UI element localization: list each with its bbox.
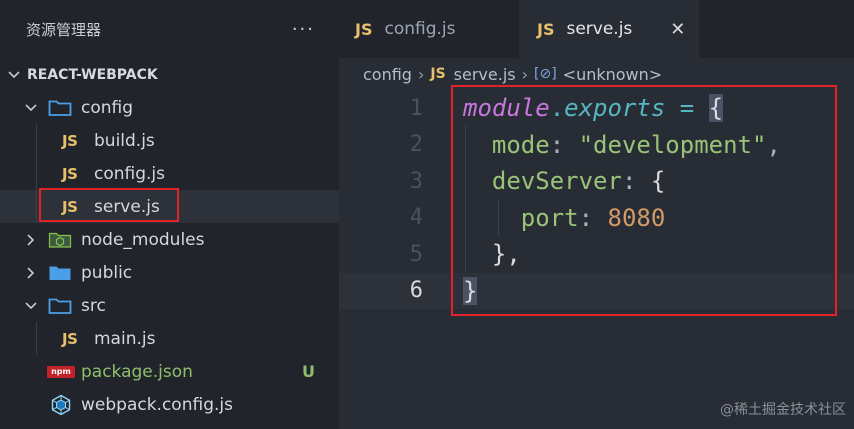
editor-area: JS config.js JS serve.js ✕ config › JS s… (339, 0, 854, 429)
more-actions-button[interactable]: ··· (292, 19, 315, 40)
chevron-down-icon (24, 299, 38, 313)
breadcrumb: config › JS serve.js › [⊘] <unknown> (363, 60, 662, 88)
tree-item-node-modules[interactable]: node_modules (0, 223, 339, 256)
tree-item-config-js[interactable]: JS config.js (0, 157, 339, 190)
js-file-icon: JS (537, 19, 555, 39)
tree-item-serve-js[interactable]: JS serve.js (0, 188, 339, 223)
webpack-icon (51, 394, 71, 415)
tree-item-build-js[interactable]: JS build.js (0, 124, 339, 157)
tree-item-label: config (81, 97, 134, 118)
chevron-right-icon: › (521, 64, 529, 84)
tab-label: serve.js (566, 19, 633, 39)
git-untracked-badge: U (302, 362, 315, 381)
npm-icon: npm (47, 365, 75, 378)
breadcrumb-item-config[interactable]: config (363, 65, 412, 84)
indent-guide (36, 322, 37, 355)
folder-icon (49, 266, 71, 280)
js-file-icon: JS (62, 329, 78, 348)
tree-item-label: src (81, 295, 106, 316)
tree-item-webpack-config-js[interactable]: webpack.config.js (0, 388, 339, 421)
tree-item-src[interactable]: src (0, 289, 339, 322)
explorer-title: 资源管理器 (26, 20, 102, 39)
highlight-box (451, 85, 837, 316)
tree-item-label: node_modules (81, 229, 205, 250)
tab-bar: JS config.js JS serve.js ✕ (339, 0, 854, 58)
chevron-right-icon: › (417, 64, 425, 84)
tab-config-js[interactable]: JS config.js (355, 0, 472, 58)
tree-item-label: public (81, 262, 133, 283)
chevron-down-icon (24, 101, 38, 115)
line-number: 3 (409, 168, 423, 194)
vscode-window: 资源管理器 ··· REACT-WEBPACK config JS build.… (0, 0, 854, 429)
close-icon[interactable]: ✕ (670, 19, 685, 40)
folder-open-icon (48, 100, 72, 116)
tree-item-config[interactable]: config (0, 91, 339, 124)
chevron-right-icon (24, 233, 38, 247)
folder-open-icon (48, 298, 72, 314)
tree-item-main-js[interactable]: JS main.js (0, 322, 339, 355)
line-number: 2 (409, 132, 423, 158)
line-number: 1 (409, 95, 423, 121)
breadcrumb-item-serve-js[interactable]: serve.js (454, 65, 516, 84)
tree-item-label: build.js (94, 130, 155, 151)
tree-item-label: webpack.config.js (81, 394, 233, 415)
tree-item-label: package.json (81, 361, 193, 382)
tree-root-react-webpack[interactable]: REACT-WEBPACK (0, 58, 339, 91)
line-number: 4 (409, 205, 423, 231)
explorer-sidebar: 资源管理器 ··· REACT-WEBPACK config JS build.… (0, 0, 339, 429)
chevron-down-icon (7, 68, 21, 82)
node-folder-icon (48, 232, 72, 248)
js-file-icon: JS (430, 66, 446, 82)
tab-label: config.js (384, 19, 456, 39)
js-file-icon: JS (355, 19, 373, 39)
js-file-icon: JS (62, 164, 78, 183)
tree-root-label: REACT-WEBPACK (27, 66, 158, 83)
symbol-icon: [⊘] (534, 66, 557, 82)
breadcrumb-item-unknown[interactable]: <unknown> (563, 65, 663, 84)
code-editor[interactable]: 1 module.exports = { 2 mode: "developmen… (339, 85, 854, 316)
indent-guide (36, 157, 37, 190)
js-file-icon: JS (62, 131, 78, 150)
indent-guide (36, 190, 37, 223)
tree-item-public[interactable]: public (0, 256, 339, 289)
line-number: 6 (409, 278, 423, 304)
tab-serve-js[interactable]: JS serve.js ✕ (519, 0, 699, 58)
tree-item-label: config.js (94, 163, 166, 184)
line-number: 5 (409, 241, 423, 267)
highlight-box (39, 188, 179, 222)
indent-guide (36, 124, 37, 157)
watermark: @稀土掘金技术社区 (720, 402, 846, 418)
chevron-right-icon (24, 266, 38, 280)
explorer-header: 资源管理器 ··· (0, 0, 339, 58)
tree-item-label: main.js (94, 328, 156, 349)
tree-item-package-json[interactable]: npm package.json U (0, 355, 339, 388)
